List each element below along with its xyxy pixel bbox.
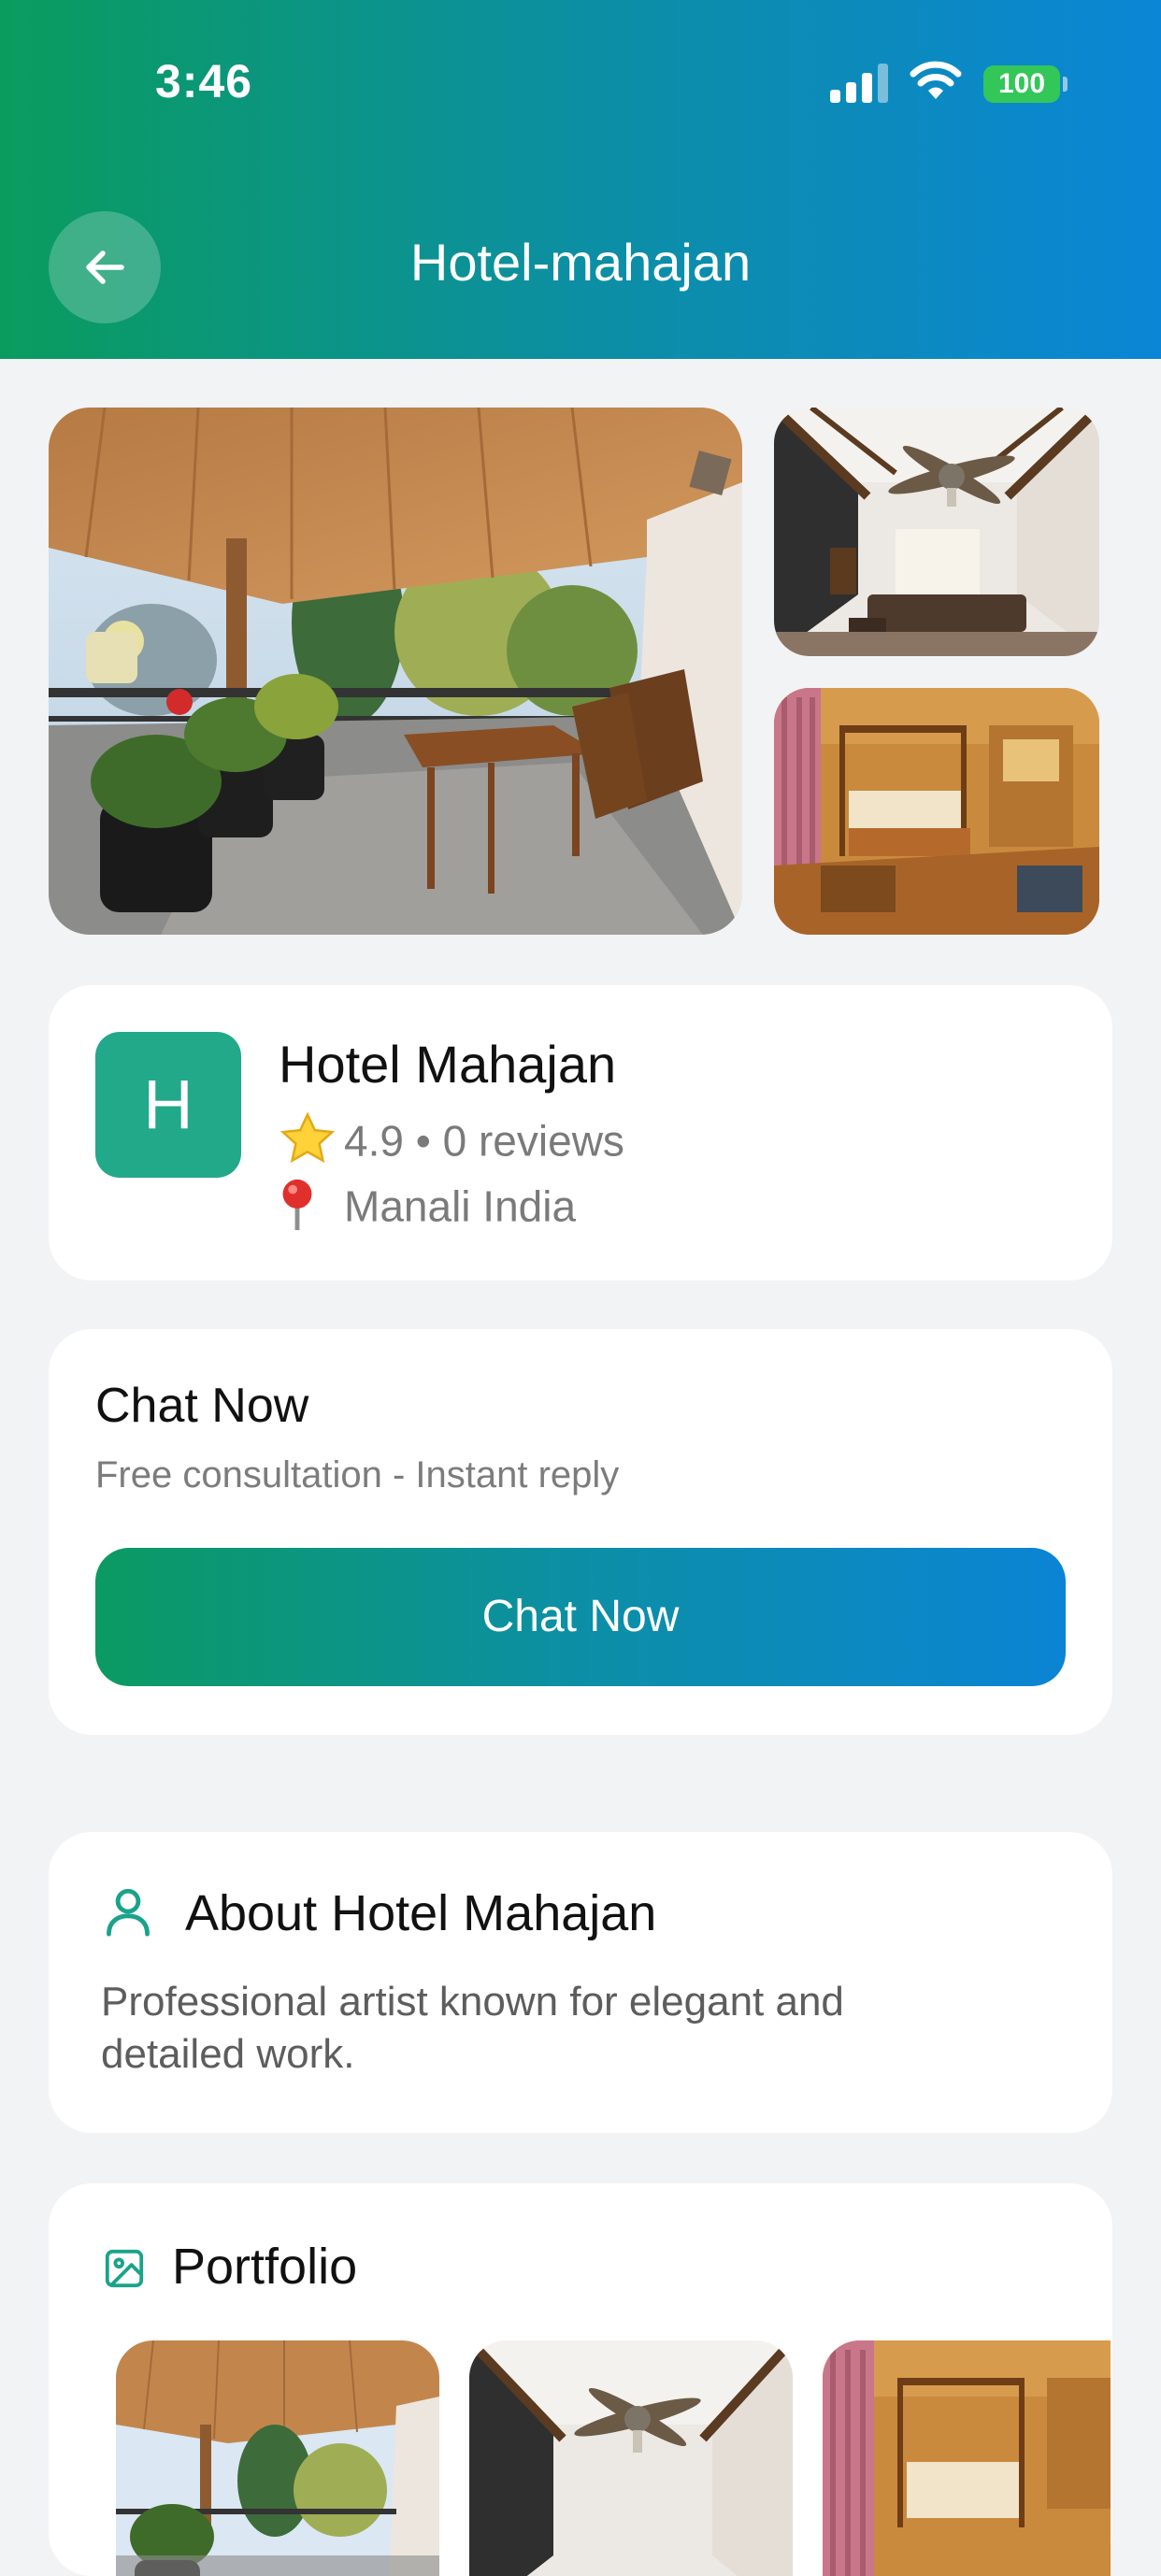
- location-text: Manali India: [344, 1181, 577, 1231]
- chat-card: Chat Now Free consultation - Instant rep…: [49, 1329, 1112, 1735]
- battery-tip: [1063, 77, 1068, 92]
- image-icon: [105, 2249, 144, 2288]
- gallery-photo-3[interactable]: [774, 688, 1099, 935]
- wifi-icon: [910, 61, 962, 99]
- star-icon: [279, 1111, 344, 1177]
- rating-value: 4.9: [344, 1116, 404, 1166]
- header-bar: 3:46 100 Hotel-mahajan: [0, 0, 1161, 359]
- portfolio-title: Portfolio: [172, 2239, 358, 2295]
- balcony-photo: [116, 2340, 439, 2576]
- living-room-photo: [469, 2340, 793, 2576]
- bedroom-photo: [823, 2340, 1111, 2576]
- location-line: Manali India: [279, 1178, 576, 1242]
- about-text: Professional artist known for elegant an…: [101, 1979, 844, 2077]
- gallery-main-photo[interactable]: [49, 408, 742, 935]
- rating-separator: •: [415, 1116, 431, 1166]
- portfolio-card: Portfolio: [49, 2183, 1112, 2576]
- about-card: About Hotel Mahajan Professional artist …: [49, 1832, 1112, 2133]
- living-room-photo: [774, 408, 1099, 656]
- balcony-photo: [49, 408, 742, 935]
- about-title: About Hotel Mahajan: [185, 1885, 657, 1941]
- hotel-info-card: H Hotel Mahajan 4.9 • 0 reviews Manali I…: [49, 985, 1112, 1281]
- review-count: 0 reviews: [442, 1116, 624, 1166]
- portfolio-item[interactable]: [823, 2340, 1111, 2576]
- portfolio-item[interactable]: [116, 2340, 439, 2576]
- bedroom-photo: [774, 688, 1099, 935]
- portfolio-gallery: [116, 2340, 1111, 2576]
- chat-subtitle: Free consultation - Instant reply: [95, 1454, 620, 1496]
- page-title: Hotel-mahajan: [409, 233, 752, 292]
- hotel-name: Hotel Mahajan: [279, 1035, 617, 1094]
- chat-title: Chat Now: [95, 1379, 309, 1433]
- chat-now-button[interactable]: Chat Now: [95, 1548, 1066, 1686]
- status-time: 3:46: [155, 55, 253, 107]
- avatar: H: [95, 1032, 241, 1178]
- gallery-photo-2[interactable]: [774, 408, 1099, 656]
- user-icon: [107, 1888, 150, 1937]
- battery-indicator: 100: [983, 65, 1060, 103]
- portfolio-item[interactable]: [469, 2340, 793, 2576]
- cellular-signal-icon: [830, 64, 888, 103]
- pin-icon: [279, 1178, 344, 1242]
- rating-line: 4.9 • 0 reviews: [279, 1111, 624, 1177]
